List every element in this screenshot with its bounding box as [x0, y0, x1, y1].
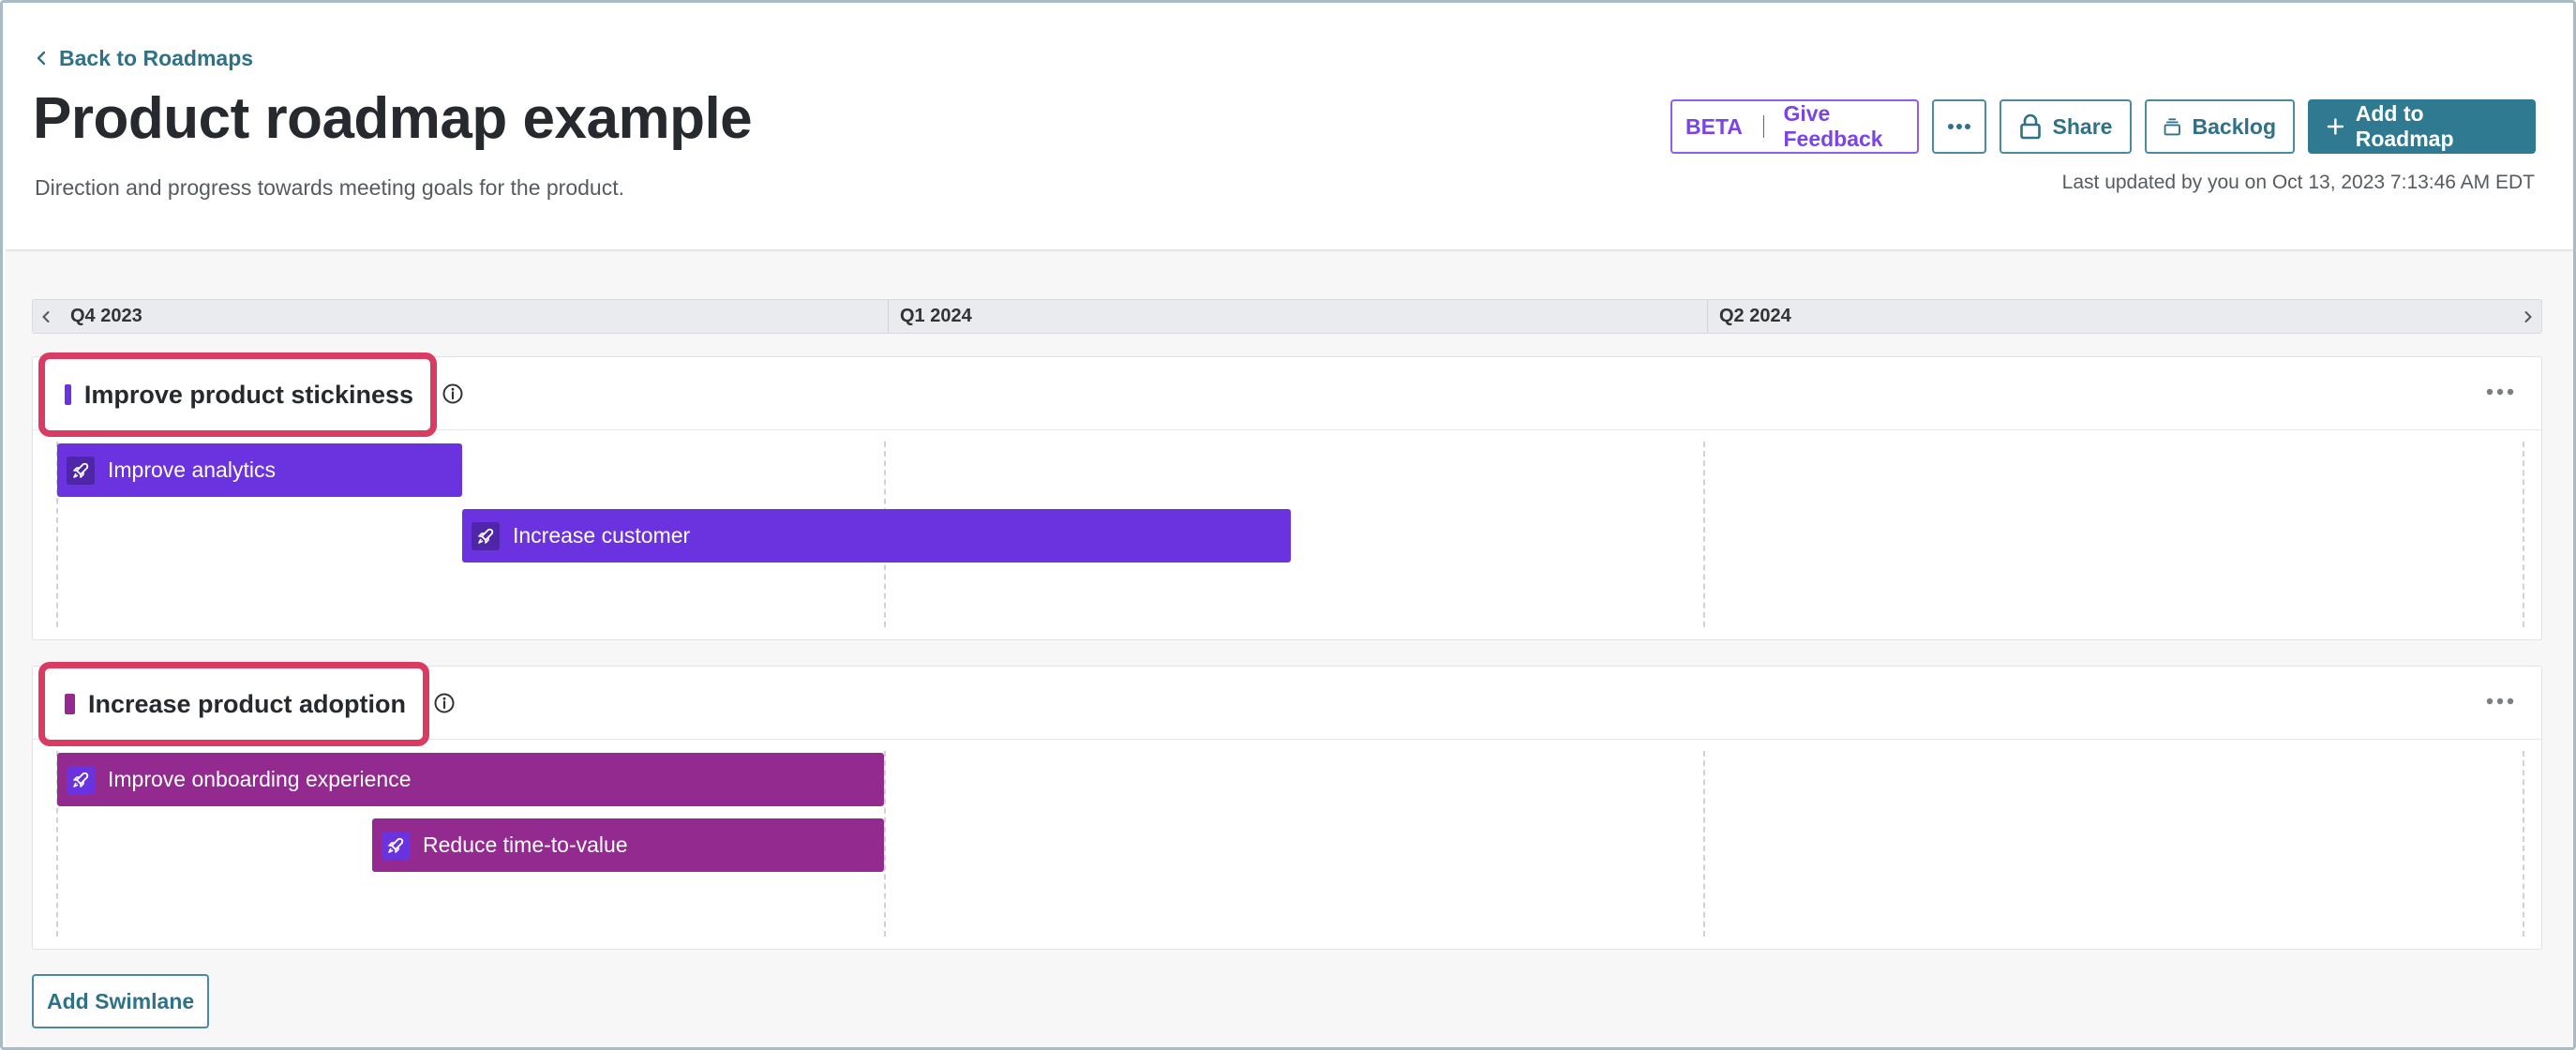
roadmap-item-label: Improve analytics	[108, 458, 276, 482]
timeline-next-button[interactable]	[2515, 300, 2541, 333]
back-to-roadmaps-link[interactable]: Back to Roadmaps	[35, 44, 253, 72]
ellipsis-icon	[2486, 388, 2514, 396]
roadmap-item-bar[interactable]: Improve onboarding experience	[57, 753, 884, 806]
ellipsis-icon	[2486, 698, 2514, 705]
backlog-button[interactable]: Backlog	[2145, 99, 2295, 154]
rocket-icon	[472, 521, 500, 550]
page-title: Product roadmap example	[33, 86, 753, 151]
swimlane-title: Improve product stickiness	[83, 380, 413, 409]
app-frame: Back to Roadmaps Product roadmap example…	[0, 0, 2576, 1050]
back-link-label: Back to Roadmaps	[59, 45, 254, 70]
swimlane: Improve product stickiness Improve analy…	[32, 352, 2542, 640]
quarter-label: Q4 2023	[70, 306, 142, 326]
rocket-icon	[382, 831, 410, 860]
roadmap-item-label: Reduce time-to-value	[423, 832, 628, 857]
quarter-divider	[2523, 751, 2524, 937]
rocket-icon	[67, 765, 95, 794]
swimlane-header: Improve product stickiness	[33, 352, 2541, 437]
roadmap-item-bar[interactable]: Increase customer	[462, 509, 1291, 562]
toolbar: BETA Give Feedback Share Backlog Add to …	[1670, 99, 2536, 154]
roadmap-canvas: Q4 2023 Q1 2024 Q2 2024 Improve product …	[6, 249, 2573, 1047]
quarter-label: Q1 2024	[888, 300, 1707, 333]
quarter-divider	[1703, 751, 1705, 937]
beta-label: BETA	[1685, 113, 1743, 139]
swimlane-header: Increase product adoption	[33, 662, 2541, 746]
swimlane-more-button[interactable]	[2481, 687, 2519, 715]
backlog-label: Backlog	[2192, 113, 2276, 139]
swimlane-color-swatch	[65, 694, 75, 714]
lock-icon	[2019, 113, 2041, 140]
chevron-left-icon	[42, 310, 50, 322]
info-icon[interactable]	[442, 382, 464, 405]
page-subtitle: Direction and progress towards meeting g…	[35, 175, 624, 200]
swimlane-color-swatch	[65, 384, 71, 405]
timeline-header: Q4 2023 Q1 2024 Q2 2024	[32, 299, 2542, 334]
swimlane-more-button[interactable]	[2481, 378, 2519, 406]
roadmap-item-bar[interactable]: Improve analytics	[57, 443, 462, 497]
roadmap-item-label: Increase customer	[513, 523, 691, 548]
swimlane-title-highlight[interactable]: Improve product stickiness	[38, 352, 437, 437]
add-to-roadmap-label: Add to Roadmap	[2355, 101, 2454, 151]
feedback-label: Give Feedback	[1783, 101, 1883, 151]
add-to-roadmap-button[interactable]: Add to Roadmap	[2308, 99, 2536, 154]
swimlane-title: Increase product adoption	[87, 689, 406, 718]
info-icon[interactable]	[433, 692, 456, 714]
ellipsis-icon	[1948, 124, 1970, 129]
quarter-divider	[2523, 442, 2524, 627]
more-options-button[interactable]	[1932, 99, 1986, 154]
divider	[1762, 115, 1765, 138]
stack-icon	[2164, 118, 2180, 136]
give-feedback-button[interactable]: BETA Give Feedback	[1670, 99, 1919, 154]
quarter-divider	[1703, 442, 1705, 627]
swimlane-title-highlight[interactable]: Increase product adoption	[38, 662, 429, 746]
roadmap-item-bar[interactable]: Reduce time-to-value	[372, 818, 884, 872]
last-updated-text: Last updated by you on Oct 13, 2023 7:13…	[2061, 172, 2535, 193]
plus-icon	[2327, 118, 2344, 135]
rocket-icon	[67, 456, 95, 485]
quarter-divider	[884, 751, 886, 937]
share-label: Share	[2052, 113, 2113, 139]
timeline-prev-button[interactable]	[33, 300, 59, 333]
chevron-right-icon	[2524, 310, 2532, 322]
swimlane: Increase product adoption Improve onboar…	[32, 662, 2542, 950]
quarter-label: Q2 2024	[1707, 300, 2515, 333]
roadmap-item-label: Improve onboarding experience	[108, 767, 412, 791]
chevron-left-icon	[37, 51, 46, 66]
add-swimlane-button[interactable]: Add Swimlane	[32, 974, 210, 1028]
share-button[interactable]: Share	[1999, 99, 2132, 154]
